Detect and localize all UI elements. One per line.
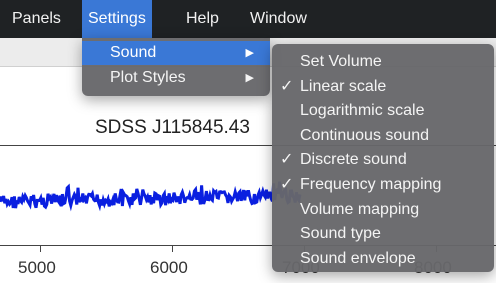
menu-item-volume-mapping[interactable]: Volume mapping: [272, 198, 494, 222]
menu-item-label: Sound envelope: [300, 249, 416, 267]
menu-item-label: Sound: [110, 44, 157, 61]
checkmark-icon: ✓: [280, 77, 294, 95]
spectrum-line: [0, 181, 302, 212]
menu-item-logarithmic-scale[interactable]: Logarithmic scale: [272, 99, 494, 123]
menu-item-set-volume[interactable]: Set Volume: [272, 50, 494, 74]
menu-item-label: Plot Styles: [110, 69, 186, 86]
menu-item-label: Discrete sound: [300, 151, 407, 169]
menu-item-linear-scale[interactable]: ✓ Linear scale: [272, 75, 494, 99]
menu-item-label: Frequency mapping: [300, 176, 442, 193]
menu-item-label: Logarithmic scale: [300, 102, 425, 120]
checkmark-icon: ✓: [280, 176, 294, 193]
plot-title: SDSS J115845.43: [95, 117, 250, 138]
x-tick-label: 6000: [150, 258, 188, 277]
menu-settings[interactable]: Settings: [82, 0, 152, 38]
menu-item-frequency-mapping[interactable]: ✓ Frequency mapping: [272, 173, 494, 197]
menu-item-label: Volume mapping: [300, 200, 420, 218]
menu-item-plot-styles[interactable]: Plot Styles ▶: [82, 66, 270, 90]
sound-submenu: Set Volume ✓ Linear scale Logarithmic scale…: [272, 44, 494, 272]
checkmark-icon: ✓: [280, 151, 294, 169]
menu-item-sound[interactable]: Sound ▶: [82, 41, 270, 65]
menu-item-label: Continuous sound: [300, 126, 429, 144]
menu-item-sound-type[interactable]: Sound type: [272, 222, 494, 246]
menu-bar: Panels Settings Help Window: [0, 0, 496, 38]
menu-item-discrete-sound[interactable]: ✓ Discrete sound: [272, 148, 494, 172]
x-tick: [40, 245, 41, 252]
menu-item-label: Set Volume: [300, 53, 382, 70]
menu-panels[interactable]: Panels: [6, 0, 67, 38]
menu-item-sound-envelope[interactable]: Sound envelope: [272, 247, 494, 271]
submenu-arrow-icon: ▶: [245, 47, 254, 59]
x-tick-label: 5000: [18, 258, 56, 277]
settings-dropdown: Sound ▶ Plot Styles ▶: [82, 38, 270, 96]
menu-window[interactable]: Window: [244, 0, 313, 38]
x-tick: [172, 245, 173, 252]
menu-item-label: Sound type: [300, 225, 381, 243]
menu-item-continuous-sound[interactable]: Continuous sound: [272, 124, 494, 148]
submenu-arrow-icon: ▶: [245, 72, 254, 84]
menu-help[interactable]: Help: [180, 0, 225, 38]
menu-item-label: Linear scale: [300, 77, 387, 95]
